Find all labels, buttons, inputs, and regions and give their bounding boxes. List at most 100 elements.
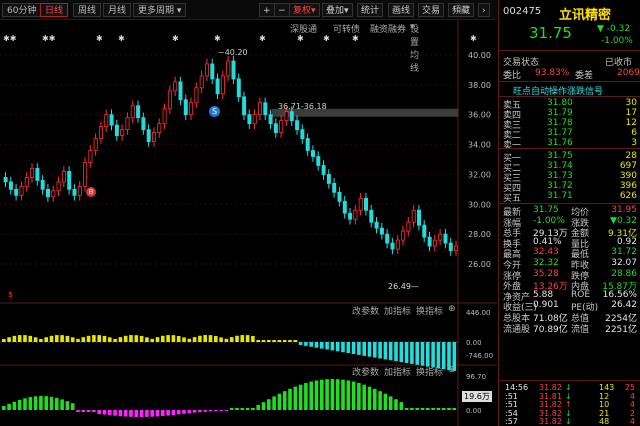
macd-bar: [44, 396, 48, 410]
volume-bar: [139, 335, 144, 342]
sell-level-price[interactable]: 31.76: [547, 138, 573, 148]
chevron-right-icon: ›: [482, 6, 486, 16]
macd-bar: [304, 382, 308, 410]
period-daily-tab[interactable]: 日线: [40, 3, 69, 17]
sell-level-price[interactable]: 31.77: [547, 128, 573, 138]
tick-price: 31.82: [539, 417, 562, 426]
candle-body: [379, 227, 384, 235]
simple-mode-button[interactable]: 頻藏: [448, 3, 475, 17]
volume-bar: [420, 342, 425, 366]
sell-level-price[interactable]: 31.80: [547, 98, 573, 108]
sell-level-price[interactable]: 31.79: [547, 108, 573, 118]
statistics-button[interactable]: 统计: [357, 3, 384, 17]
buy-level-price[interactable]: 31.74: [547, 161, 573, 171]
vol-switch-indicator-button[interactable]: 换指标: [416, 304, 443, 317]
volume-bar: [23, 335, 27, 342]
volume-bar: [60, 335, 64, 342]
buy-level-price[interactable]: 31.73: [547, 171, 573, 181]
vol-edit-params-button[interactable]: 改参数: [352, 304, 379, 317]
macd-bar: [171, 410, 176, 416]
volume-bar: [293, 340, 298, 342]
macd-bar: [362, 384, 366, 410]
macd-bar: [325, 379, 329, 410]
macd-bar: [49, 396, 54, 410]
period-toolbar: 60分钟 日线 周线 月线 更多周期 ▾ + − 复权▾ 叠加▾ 统计 画线 交…: [0, 0, 497, 20]
volume-bar: [256, 340, 260, 342]
macd-bar: [176, 410, 181, 415]
chevron-down-icon: ▾: [176, 6, 182, 16]
price-axis-label: 40.00: [468, 51, 491, 60]
stat-value: 28.86: [611, 268, 637, 279]
volume-bar: [335, 342, 340, 352]
macd-bar: [76, 410, 80, 412]
macd-bar: [229, 408, 234, 410]
period-60min-tab[interactable]: 60分钟: [2, 3, 42, 17]
volume-bar: [267, 340, 271, 342]
vol-add-indicator-button[interactable]: 加指标: [384, 304, 411, 317]
candle-body: [326, 174, 331, 184]
dividend-marker[interactable]: $: [8, 290, 13, 299]
macd-bar: [441, 408, 446, 410]
zoom-in-button[interactable]: +: [259, 3, 275, 17]
macd-bar: [166, 410, 170, 416]
candle-body: [390, 242, 395, 250]
buy-level-price[interactable]: 31.71: [547, 191, 573, 201]
candle-body: [342, 200, 347, 214]
candle-body: [332, 182, 337, 193]
order-diff-value: 2069: [617, 68, 640, 78]
more-periods-dropdown[interactable]: 更多周期 ▾: [133, 3, 187, 17]
macd-bar: [113, 410, 117, 416]
candle-body: [226, 60, 231, 77]
volume-bar: [362, 342, 366, 356]
macd-bar: [367, 386, 372, 410]
stat-value: 26.42: [611, 300, 637, 311]
candle-body: [337, 191, 342, 202]
stat-value: 0.41%: [533, 236, 562, 247]
buy-signal-marker[interactable]: B: [86, 187, 96, 197]
sell-level-volume: 17: [625, 108, 637, 118]
macd-bar: [261, 402, 266, 410]
draw-line-button[interactable]: 画线: [388, 3, 415, 17]
candle-body: [136, 105, 141, 119]
restore-rights-button[interactable]: 复权▾: [289, 3, 320, 17]
f10-button[interactable]: 交易: [418, 3, 445, 17]
vol-add-icon[interactable]: ⊕: [448, 304, 456, 314]
stat-value: 32.07: [611, 258, 637, 268]
macd-bar: [436, 408, 441, 410]
overlay-button[interactable]: 叠加▾: [322, 3, 353, 17]
candle-body: [173, 81, 178, 92]
volume-bar: [102, 335, 107, 342]
buy-level-price[interactable]: 31.75: [547, 151, 573, 161]
volume-bar: [192, 337, 197, 342]
sell-level-volume: 12: [625, 118, 637, 128]
price-axis-label: 26.00: [468, 260, 491, 269]
macd-bar: [70, 403, 75, 410]
zoom-out-button[interactable]: −: [274, 3, 290, 17]
tick-n: 4: [629, 417, 635, 426]
period-weekly-tab[interactable]: 周线: [73, 3, 102, 17]
buy-level-price[interactable]: 31.72: [547, 181, 573, 191]
macd-bar: [60, 399, 64, 410]
macd-bar: [298, 384, 303, 410]
macd-edit-params-button[interactable]: 改参数: [352, 365, 379, 378]
macd-bar: [28, 397, 33, 410]
macd-bar: [383, 393, 388, 410]
macd-bar: [245, 408, 250, 410]
macd-switch-indicator-button[interactable]: 换指标: [416, 365, 443, 378]
macd-bar: [65, 401, 70, 410]
sell-level-price[interactable]: 31.78: [547, 118, 573, 128]
candle-body: [316, 156, 321, 166]
period-monthly-tab[interactable]: 月线: [103, 3, 132, 17]
sell-signal-marker[interactable]: S: [209, 106, 220, 117]
volume-bar: [373, 342, 377, 358]
macd-bar: [373, 388, 377, 410]
scroll-right-button[interactable]: ›: [478, 3, 490, 17]
volume-bar: [304, 342, 308, 346]
stat-value: 0.901: [533, 300, 559, 311]
macd-bar: [182, 410, 186, 414]
volume-bar: [44, 337, 48, 342]
candle-body: [167, 90, 172, 110]
macd-add-indicator-button[interactable]: 加指标: [384, 365, 411, 378]
macd-add-icon[interactable]: ⊕: [448, 365, 456, 375]
candle-body: [14, 188, 19, 196]
